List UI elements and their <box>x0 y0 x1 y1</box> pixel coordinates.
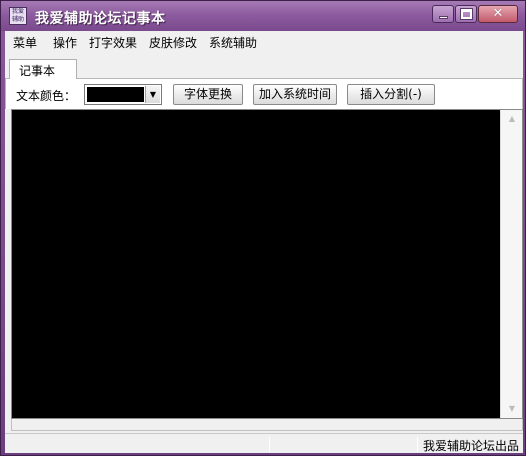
tab-notepad[interactable]: 记事本 <box>9 59 77 80</box>
menu-item-menu[interactable]: 菜单 <box>13 34 37 51</box>
menu-item-skin[interactable]: 皮肤修改 <box>149 34 197 51</box>
vertical-scrollbar[interactable]: ▲ ▼ <box>500 110 522 418</box>
close-button[interactable]: ✕ <box>478 5 518 23</box>
status-divider <box>269 437 270 452</box>
app-icon: 我爱 辅助 <box>9 7 27 25</box>
title-bar[interactable]: 我爱 辅助 我爱辅助论坛记事本 ✕ <box>1 1 525 31</box>
scroll-down-icon[interactable]: ▼ <box>501 402 523 416</box>
app-icon-line-1: 我爱 <box>11 8 24 15</box>
window-title: 我爱辅助论坛记事本 <box>35 11 166 27</box>
text-editor[interactable] <box>12 110 500 418</box>
close-icon: ✕ <box>492 6 504 21</box>
chevron-down-icon[interactable]: ▼ <box>145 86 160 103</box>
status-text: 我爱辅助论坛出品 <box>422 439 519 453</box>
status-bar: 我爱辅助论坛出品 <box>5 433 523 453</box>
app-window: 我爱 辅助 我爱辅助论坛记事本 ✕ 菜单 操作 打字效果 皮肤修改 系统辅助 记… <box>0 0 526 456</box>
scroll-up-icon[interactable]: ▲ <box>501 112 523 126</box>
text-color-select[interactable]: ▼ <box>84 84 162 105</box>
minimize-button[interactable] <box>432 5 454 23</box>
color-swatch <box>87 87 144 102</box>
client-area: 菜单 操作 打字效果 皮肤修改 系统辅助 记事本 文本颜色： ▼ 字体更换 加入… <box>5 31 523 453</box>
tab-strip: 记事本 <box>5 57 523 80</box>
minimize-icon <box>439 16 448 19</box>
menu-item-operate[interactable]: 操作 <box>53 34 77 51</box>
app-icon-line-2: 辅助 <box>11 16 24 23</box>
editor-bottom-band <box>11 419 523 431</box>
editor-frame: ▲ ▼ <box>11 109 523 419</box>
toolbar: 文本颜色： ▼ 字体更换 加入系统时间 插入分割(-) <box>5 79 523 109</box>
status-divider <box>417 437 418 452</box>
insert-divider-button[interactable]: 插入分割(-) <box>347 84 435 105</box>
menu-item-typing-effect[interactable]: 打字效果 <box>89 34 137 51</box>
insert-time-button[interactable]: 加入系统时间 <box>253 84 337 105</box>
maximize-button[interactable] <box>455 5 477 23</box>
menu-bar: 菜单 操作 打字效果 皮肤修改 系统辅助 <box>5 31 523 53</box>
text-color-label: 文本颜色： <box>16 89 77 103</box>
maximize-icon <box>460 8 473 20</box>
menu-item-system[interactable]: 系统辅助 <box>209 34 257 51</box>
font-change-button[interactable]: 字体更换 <box>173 84 243 105</box>
